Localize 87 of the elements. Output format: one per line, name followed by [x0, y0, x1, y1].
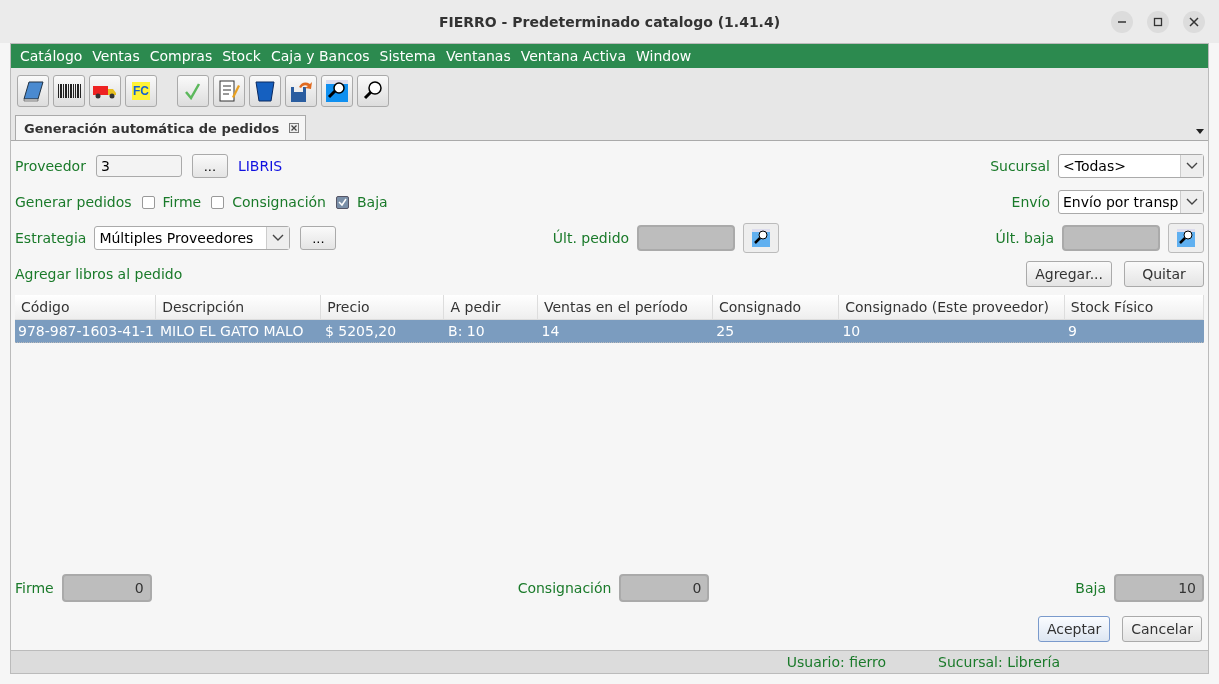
- toolbar-button[interactable]: [321, 75, 353, 107]
- total-label: Baja: [1075, 580, 1106, 596]
- menu-item[interactable]: Catálogo: [15, 48, 88, 64]
- status-text: Usuario: fierro: [786, 654, 887, 670]
- menu-item[interactable]: Sistema: [374, 48, 441, 64]
- table-cell-text: $ 5205,20: [323, 322, 398, 341]
- column-header[interactable]: Descripción: [156, 295, 322, 319]
- table-cell-text: 10: [841, 322, 862, 341]
- check-icon: [184, 82, 202, 100]
- field-label: Envío: [1011, 194, 1050, 210]
- field-label: Proveedor: [15, 158, 86, 174]
- status-text: Sucursal: Librería: [938, 654, 1060, 670]
- remove-button[interactable]: Quitar: [1124, 261, 1204, 287]
- add-button[interactable]: Agregar...: [1026, 261, 1112, 287]
- book-icon: [21, 79, 45, 103]
- search-button[interactable]: [743, 223, 780, 253]
- fc-icon: FC: [132, 82, 150, 100]
- dropdown-arrow-icon: [1196, 129, 1204, 134]
- table-cell-text: 978-987-1603-41-1: [17, 322, 155, 341]
- minimize-button[interactable]: [1111, 11, 1133, 33]
- toolbar-button[interactable]: FC: [125, 75, 157, 107]
- column-header[interactable]: Stock Físico: [1064, 295, 1204, 319]
- menu-item[interactable]: Window: [630, 48, 697, 64]
- caret-icon: [1186, 198, 1198, 206]
- caret-icon: [1186, 162, 1198, 170]
- supplier-input[interactable]: 3: [95, 155, 182, 177]
- total-label: Firme: [15, 580, 54, 596]
- table-cell-text: 14: [540, 322, 561, 341]
- table-cell-text: 25: [715, 322, 736, 341]
- checkbox[interactable]: Consignación: [211, 194, 326, 210]
- search-window-icon: [325, 79, 349, 103]
- total-field: 0: [61, 574, 152, 602]
- browse-button[interactable]: ...: [300, 226, 337, 250]
- minimize-icon: [1118, 21, 1126, 23]
- field-label: Sucursal: [990, 158, 1050, 174]
- close-icon: [1189, 17, 1199, 27]
- menu-item[interactable]: Caja y Bancos: [265, 48, 375, 64]
- section-label: Agregar libros al pedido: [15, 266, 183, 282]
- toolbar-button[interactable]: [357, 75, 389, 107]
- toolbar-button[interactable]: [89, 75, 121, 107]
- column-header[interactable]: Ventas en el período: [537, 295, 713, 319]
- field-label: Generar pedidos: [15, 194, 132, 210]
- menu-item[interactable]: Ventanas: [440, 48, 516, 64]
- table-cell-text: 9: [1066, 322, 1078, 341]
- toolbar-button[interactable]: [17, 75, 49, 107]
- close-icon: [289, 123, 300, 133]
- column-header[interactable]: A pedir: [444, 295, 538, 319]
- maximize-button[interactable]: [1147, 11, 1169, 33]
- field-label: Últ. pedido: [552, 230, 630, 246]
- column-header[interactable]: Consignado (Este proveedor): [839, 295, 1065, 319]
- browse-button[interactable]: ...: [191, 154, 228, 178]
- column-header[interactable]: Precio: [321, 295, 445, 319]
- menu-item[interactable]: Ventana Activa: [515, 48, 631, 64]
- field-label: Estrategia: [15, 230, 87, 246]
- search-window-icon: [751, 228, 772, 248]
- notepad-icon: [218, 79, 240, 103]
- caret-icon: [272, 234, 285, 242]
- barcode-icon: [57, 82, 81, 100]
- bin-icon: [254, 79, 276, 103]
- tab[interactable]: Generación automática de pedidos: [15, 115, 307, 140]
- branch-dropdown[interactable]: <Todas>: [1058, 154, 1204, 178]
- close-button[interactable]: [1183, 11, 1205, 33]
- total-label: Consignación: [517, 580, 612, 596]
- checkbox[interactable]: Firme: [141, 194, 202, 210]
- table-cell-text: B: 10: [447, 322, 486, 341]
- field-label: Últ. baja: [995, 230, 1054, 246]
- total-field: 10: [1114, 574, 1204, 602]
- column-header[interactable]: Código: [15, 295, 157, 319]
- toolbar-button[interactable]: [285, 75, 317, 107]
- column-header[interactable]: Consignado: [712, 295, 840, 319]
- toolbar-button[interactable]: [53, 75, 85, 107]
- menu-item[interactable]: Compras: [144, 48, 218, 64]
- maximize-icon: [1153, 17, 1163, 27]
- search-window-icon: [1176, 228, 1196, 248]
- total-field: 0: [619, 574, 710, 602]
- toolbar-button[interactable]: [249, 75, 281, 107]
- strategy-dropdown[interactable]: Múltiples Proveedores: [94, 226, 291, 250]
- supplier-name: LIBRIS: [237, 158, 283, 174]
- window-title: FIERRO - Predeterminado catalogo (1.41.4): [438, 13, 781, 30]
- menu-item[interactable]: Stock: [217, 48, 266, 64]
- shipping-dropdown[interactable]: Envío por transp: [1058, 190, 1204, 214]
- table-cell-text: MILO EL GATO MALO: [159, 322, 305, 341]
- menu-item[interactable]: Ventas: [87, 48, 145, 64]
- search-button[interactable]: [1168, 223, 1204, 253]
- checkbox[interactable]: Baja: [335, 194, 388, 210]
- dialog-button[interactable]: Cancelar: [1122, 616, 1202, 642]
- dialog-button[interactable]: Aceptar: [1037, 616, 1111, 642]
